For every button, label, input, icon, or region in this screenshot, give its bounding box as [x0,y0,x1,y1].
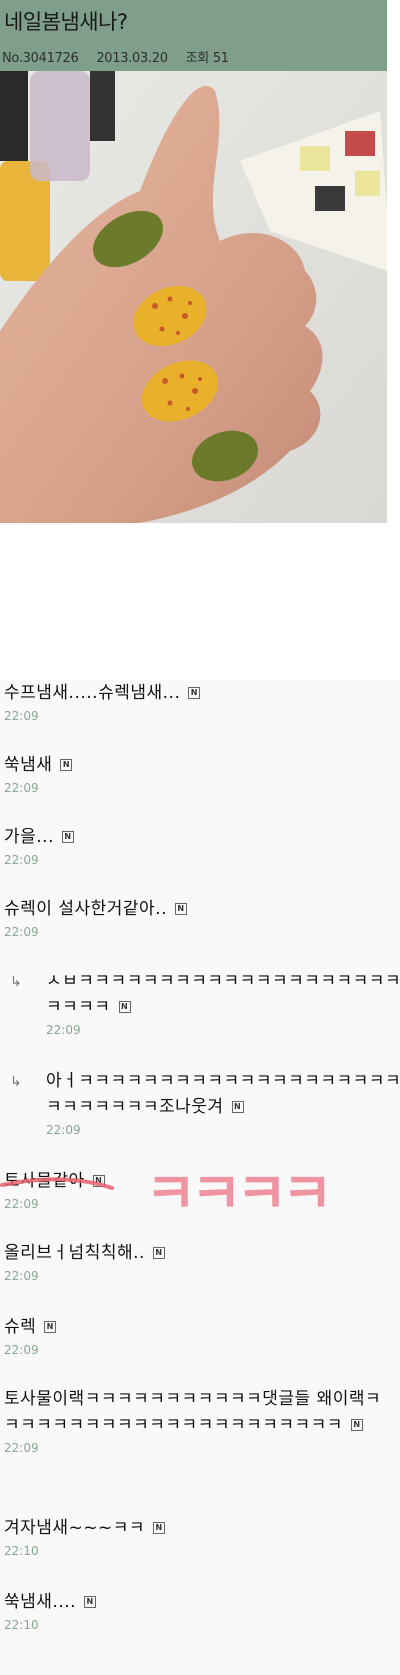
comment-item: 쑥냄새 N 22:09 [4,752,396,795]
new-badge-icon: N [44,1321,57,1333]
post-meta: No.3041726 2013.03.20 조회 51 [2,47,243,66]
comment-item: 토사물같아 N 22:09 [4,1168,396,1211]
comment-time: 22:09 [4,853,39,867]
new-badge-icon: N [174,903,187,915]
new-badge-icon: N [118,1001,131,1013]
comment-text: 올리브ㅓ넘칙칙해.. [4,1243,145,1263]
reply-arrow-icon: ↳ [10,974,22,990]
comment-item: 슈렉이 설사한거같아.. N 22:09 [4,896,396,939]
comment-item: 겨자냄새~~~ㅋㅋ N 22:10 [4,1515,396,1558]
comment-time: 22:10 [4,1544,39,1558]
comment-text: ㅅㅂㅋㅋㅋㅋㅋㅋㅋㅋㅋㅋㅋㅋㅋㅋㅋㅋㅋㅋㅋㅋㅋㅋㅋㅋ [46,971,400,1017]
comment-time: 22:10 [4,1618,39,1632]
comment-time: 22:09 [4,709,39,723]
new-badge-icon: N [60,759,73,771]
comment-text: 토사물이랙ㅋㅋㅋㅋㅋㅋㅋㅋㅋㅋㅋ댓글들 왜이랙ㅋㅋㅋㅋㅋㅋㅋㅋㅋㅋㅋㅋㅋㅋㅋㅋㅋ… [4,1389,382,1435]
comment-text: 겨자냄새~~~ㅋㅋ [4,1518,146,1538]
new-badge-icon: N [231,1101,244,1113]
comment-text: 가을... [4,827,54,847]
new-badge-icon: N [92,1175,105,1187]
post-number: No.3041726 [2,51,79,66]
comment-text: 슈렉이 설사한거같아.. [4,899,167,919]
comment-text: 슈렉 [4,1317,37,1337]
new-badge-icon: N [62,831,74,843]
new-badge-icon: N [153,1522,166,1534]
comment-time: 22:09 [46,1123,81,1137]
post-header: 네일봄냄새나? No.3041726 2013.03.20 조회 51 [0,0,387,71]
post-title: 네일봄냄새나? [4,10,128,34]
comment-item: 수프냄새.....슈렉냄새... N 22:09 [4,680,396,723]
new-badge-icon: N [188,687,201,699]
reply-item: ↳ ㅅㅂㅋㅋㅋㅋㅋㅋㅋㅋㅋㅋㅋㅋㅋㅋㅋㅋㅋㅋㅋㅋㅋㅋㅋㅋ N 22:09 [10,968,400,1037]
post-views: 조회 51 [185,51,229,66]
comment-item: 토사물이랙ㅋㅋㅋㅋㅋㅋㅋㅋㅋㅋㅋ댓글들 왜이랙ㅋㅋㅋㅋㅋㅋㅋㅋㅋㅋㅋㅋㅋㅋㅋㅋㅋ… [4,1386,396,1455]
comment-list: 수프냄새.....슈렉냄새... N 22:09 쑥냄새 N 22:09 가을...… [0,680,400,1675]
comment-time: 22:09 [4,781,39,795]
post-date: 2013.03.20 [96,51,168,66]
reply-arrow-icon: ↳ [10,1074,22,1090]
comment-time: 22:09 [4,1197,39,1211]
comment-text: 아ㅓㅋㅋㅋㅋㅋㅋㅋㅋㅋㅋㅋㅋㅋㅋㅋㅋㅋㅋㅋㅋㅋㅋㅋㅋㅋㅋㅋ조나웃겨 [46,1071,400,1117]
reply-item: ↳ 아ㅓㅋㅋㅋㅋㅋㅋㅋㅋㅋㅋㅋㅋㅋㅋㅋㅋㅋㅋㅋㅋㅋㅋㅋㅋㅋㅋㅋ조나웃겨 N 22:… [10,1068,400,1137]
comment-time: 22:09 [4,1343,39,1357]
comment-text: 쑥냄새 [4,755,53,775]
nail-photo-illustration [0,71,387,523]
comment-time: 22:09 [4,1269,39,1283]
comment-text: 쑥냄새.... [4,1592,77,1612]
nail-photo [0,71,387,523]
comment-item: 쑥냄새.... N 22:10 [4,1589,396,1632]
new-badge-icon: N [350,1419,363,1431]
comment-item: 올리브ㅓ넘칙칙해.. N 22:09 [4,1240,396,1283]
comment-text: 수프냄새.....슈렉냄새... [4,683,181,703]
comment-text: 토사물같아 [4,1171,85,1191]
comment-item: 슈렉 N 22:09 [4,1314,396,1357]
new-badge-icon: N [152,1247,165,1259]
comment-time: 22:09 [4,925,39,939]
new-badge-icon: N [84,1596,97,1608]
comment-time: 22:09 [46,1023,81,1037]
comment-item: 가을... N 22:09 [4,824,396,867]
comment-time: 22:09 [4,1441,39,1455]
